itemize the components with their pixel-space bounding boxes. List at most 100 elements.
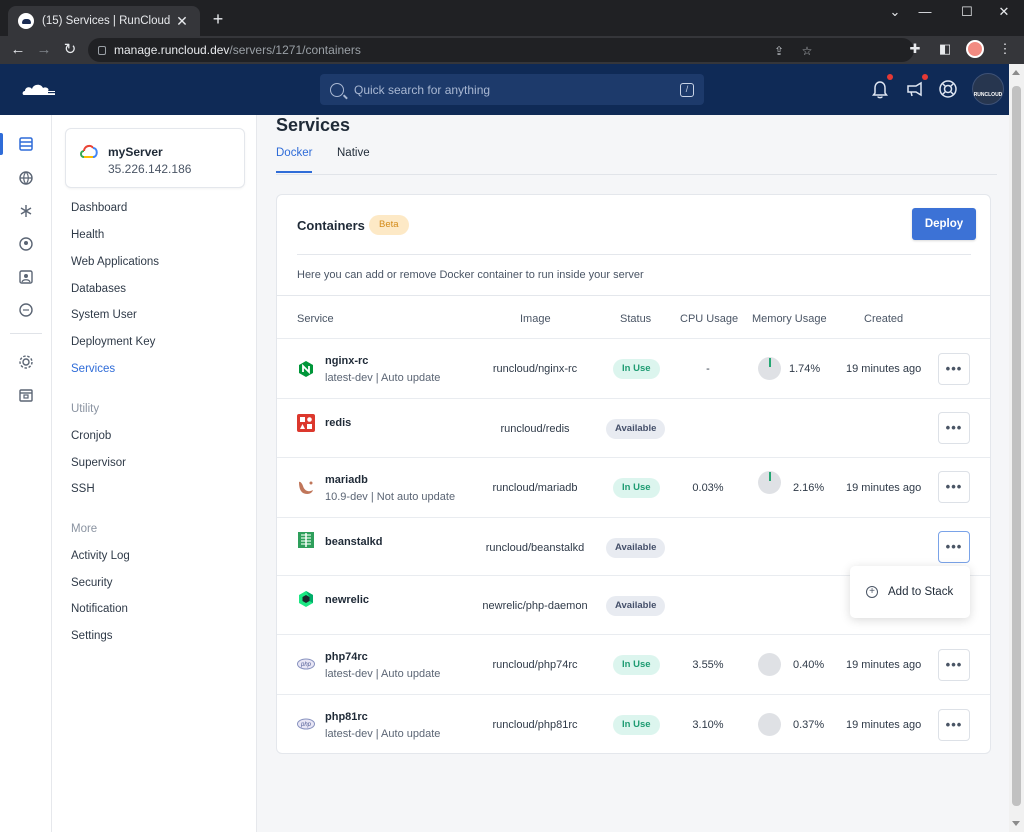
nav-activity-log[interactable]: Activity Log: [71, 550, 130, 562]
cpu-usage: 0.03%: [692, 482, 724, 494]
www-icon[interactable]: [17, 301, 35, 319]
nav-deployment-key[interactable]: Deployment Key: [71, 336, 155, 348]
service-image: runcloud/php74rc: [492, 659, 578, 671]
close-window-icon[interactable]: ✕: [989, 4, 1019, 24]
status-badge: Available: [606, 596, 666, 616]
memory-usage: 0.40%: [793, 659, 825, 671]
page-title: Services: [276, 115, 351, 135]
service-image: runcloud/mariadb: [492, 482, 578, 494]
user-avatar[interactable]: RUNCLOUD: [972, 73, 1004, 105]
runcloud-logo-icon[interactable]: [22, 82, 56, 96]
star-icon[interactable]: ☆: [800, 44, 814, 58]
row-actions-button[interactable]: •••: [938, 531, 970, 563]
service-name: nginx-rc: [325, 355, 369, 367]
icon-rail: [0, 115, 52, 832]
created-time: 19 minutes ago: [846, 659, 922, 671]
scroll-up-icon[interactable]: [1012, 70, 1020, 75]
nav-health[interactable]: Health: [71, 229, 104, 241]
maximize-icon[interactable]: ☐: [952, 4, 982, 24]
close-tab-icon[interactable]: ✕: [174, 13, 190, 30]
divider: [297, 254, 971, 255]
nav-system-user[interactable]: System User: [71, 309, 137, 321]
table-row: redis runcloud/redis Available •••: [277, 398, 990, 457]
page-scrollbar[interactable]: [1009, 64, 1024, 832]
row-actions-button[interactable]: •••: [938, 649, 970, 681]
nav-databases[interactable]: Databases: [71, 283, 126, 295]
nav-cronjob[interactable]: Cronjob: [71, 430, 111, 442]
deploy-button[interactable]: Deploy: [912, 208, 976, 240]
nav-services[interactable]: Services: [71, 363, 115, 375]
status-badge: In Use: [613, 715, 660, 735]
nav-web-applications[interactable]: Web Applications: [71, 256, 159, 268]
table-row: php php74rc latest-dev | Auto update run…: [277, 634, 990, 694]
shortcut-key-icon: /: [680, 82, 694, 97]
nav-supervisor[interactable]: Supervisor: [71, 457, 126, 469]
add-circle-icon: +: [866, 586, 878, 598]
nav-ssh[interactable]: SSH: [71, 483, 95, 495]
nav-security[interactable]: Security: [71, 577, 113, 589]
php-icon: php: [297, 658, 315, 670]
search-input[interactable]: [354, 82, 680, 97]
service-name: newrelic: [325, 594, 370, 606]
row-actions-button[interactable]: •••: [938, 471, 970, 503]
main-content: Services Docker Native Containers Beta D…: [257, 115, 1009, 832]
nav-settings[interactable]: Settings: [71, 630, 113, 642]
browser-tab[interactable]: (15) Services | RunCloud ✕: [8, 6, 200, 36]
reload-icon[interactable]: ↻: [60, 40, 80, 60]
containers-description: Here you can add or remove Docker contai…: [297, 269, 644, 281]
minimize-icon[interactable]: —: [910, 4, 940, 24]
share-icon[interactable]: ⇪: [772, 44, 786, 58]
nav-notification[interactable]: Notification: [71, 603, 128, 615]
column-header-cpu: CPU Usage: [680, 313, 739, 325]
service-name: beanstalkd: [325, 536, 383, 548]
url-text: manage.runcloud.dev/servers/1271/contain…: [114, 43, 361, 57]
asterisk-icon[interactable]: [17, 202, 35, 220]
team-icon[interactable]: [17, 235, 35, 253]
svg-text:php: php: [300, 662, 312, 668]
new-tab-icon[interactable]: +: [208, 10, 228, 30]
tab-native[interactable]: Native: [337, 147, 370, 171]
utility-heading: Utility: [71, 403, 100, 415]
sidepanel-icon[interactable]: ◧: [936, 40, 954, 58]
svg-text:php: php: [300, 722, 312, 728]
nav-dashboard[interactable]: Dashboard: [71, 202, 127, 214]
service-image: runcloud/nginx-rc: [492, 363, 578, 375]
scrollbar-thumb[interactable]: [1012, 86, 1021, 806]
created-time: 19 minutes ago: [846, 482, 922, 494]
profile-avatar[interactable]: [966, 40, 984, 58]
runcloud-favicon-icon: [18, 13, 34, 29]
scroll-down-icon[interactable]: [1012, 821, 1020, 826]
server-icon[interactable]: [17, 135, 35, 153]
globe-icon[interactable]: [17, 169, 35, 187]
add-to-stack-item[interactable]: Add to Stack: [888, 586, 953, 598]
bell-icon[interactable]: [869, 74, 893, 100]
archive-icon[interactable]: [17, 386, 35, 404]
service-version: latest-dev | Auto update: [325, 372, 441, 384]
gear-icon[interactable]: [17, 353, 35, 371]
row-actions-button[interactable]: •••: [938, 353, 970, 385]
service-image: runcloud/redis: [500, 423, 570, 435]
row-actions-button[interactable]: •••: [938, 412, 970, 444]
containers-title: Containers: [297, 218, 365, 233]
url-field[interactable]: manage.runcloud.dev/servers/1271/contain…: [88, 38, 914, 62]
extensions-icon[interactable]: ✚: [906, 40, 924, 58]
tab-docker[interactable]: Docker: [276, 147, 313, 173]
help-lifebuoy-icon[interactable]: [937, 78, 959, 100]
server-ip: 35.226.142.186: [108, 162, 192, 176]
service-name: mariadb: [325, 474, 368, 486]
forward-icon[interactable]: →: [34, 40, 54, 60]
chevron-down-icon[interactable]: ⌄: [880, 4, 910, 24]
search-bar[interactable]: /: [320, 74, 704, 105]
row-actions-button[interactable]: •••: [938, 709, 970, 741]
back-icon[interactable]: ←: [8, 40, 28, 60]
memory-pie-chart: [758, 471, 781, 494]
service-name: php74rc: [325, 651, 368, 663]
service-version: latest-dev | Auto update: [325, 728, 441, 740]
created-time: 19 minutes ago: [846, 363, 922, 375]
server-card[interactable]: myServer 35.226.142.186: [65, 128, 245, 188]
announcement-icon[interactable]: [904, 74, 928, 100]
menu-icon[interactable]: ⋮: [996, 40, 1014, 58]
image-icon[interactable]: [17, 268, 35, 286]
more-heading: More: [71, 523, 98, 535]
cpu-usage: -: [706, 363, 710, 375]
